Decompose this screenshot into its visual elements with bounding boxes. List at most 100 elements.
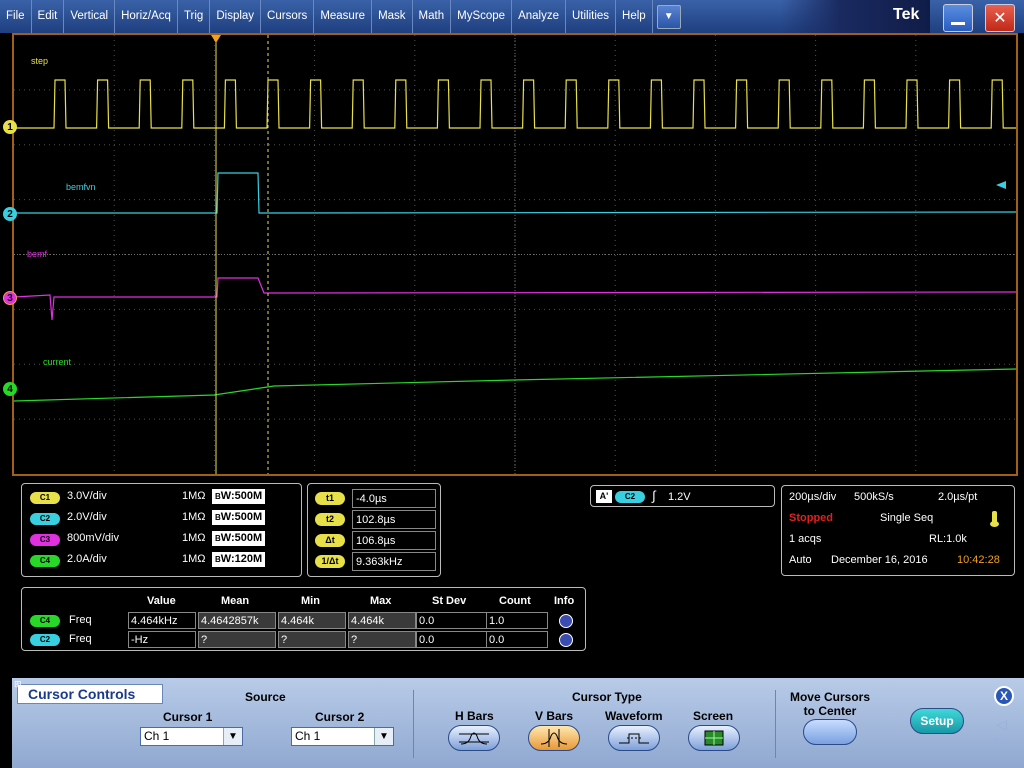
minimize-button[interactable] — [943, 4, 973, 32]
menu-vertical[interactable]: Vertical — [64, 0, 116, 33]
ch3-pill[interactable]: C3 — [30, 534, 60, 546]
ch3-marker[interactable]: 3 — [3, 291, 17, 305]
ch2-impedance: 1MΩ — [182, 511, 206, 523]
cursor1-label: Cursor 1 — [163, 710, 213, 724]
resolution: 2.0µs/pt — [938, 491, 978, 503]
menu-math[interactable]: Math — [413, 0, 452, 33]
sample-rate: 500kS/s — [854, 491, 894, 503]
type-waveform-label: Waveform — [605, 709, 663, 723]
menu-trig[interactable]: Trig — [178, 0, 211, 33]
ch1-marker[interactable]: 1 — [3, 120, 17, 134]
meas-name: Freq — [69, 614, 92, 626]
ch1-scale[interactable]: 3.0V/div — [67, 490, 107, 502]
trigger-source-pill: C2 — [615, 491, 645, 503]
menu-help[interactable]: Help — [616, 0, 653, 33]
ch3-scale[interactable]: 800mV/div — [67, 532, 119, 544]
ch2-bandwidth: BW:500M — [212, 510, 266, 525]
menu-measure[interactable]: Measure — [314, 0, 373, 33]
ch2-marker[interactable]: 2 — [3, 207, 17, 221]
cursor1-source-select[interactable]: Ch 1 ▼ — [140, 727, 243, 746]
v-bars-button[interactable] — [528, 725, 580, 751]
ch2-pill[interactable]: C2 — [30, 513, 60, 525]
ch3-label: bemf — [27, 249, 48, 259]
cursor-pill: t1 — [315, 492, 345, 505]
source-label: Source — [245, 690, 286, 704]
arrow-left-icon[interactable]: ◁ — [996, 716, 1007, 733]
meas-mean: ? — [198, 631, 276, 648]
acq-count: 1 acqs — [789, 533, 822, 545]
cursor2-source-select[interactable]: Ch 1 ▼ — [291, 727, 394, 746]
ch4-scale[interactable]: 2.0A/div — [67, 553, 107, 565]
menu-display[interactable]: Display — [210, 0, 262, 33]
chevron-down-icon[interactable]: ▼ — [374, 728, 393, 745]
ch4-impedance: 1MΩ — [182, 553, 206, 565]
meas-stdev: 0.0 — [416, 612, 494, 629]
minimize-icon — [951, 21, 965, 25]
menu-edit[interactable]: Edit — [32, 0, 65, 33]
move-cursors-label: Move Cursors to Center — [789, 690, 871, 718]
meas-max: 4.464k — [348, 612, 416, 629]
type-screen-label: Screen — [693, 709, 734, 723]
divider — [775, 690, 776, 758]
menu-myscope[interactable]: MyScope — [451, 0, 513, 33]
ch4-marker[interactable]: 4 — [3, 382, 17, 396]
panel-grip-icon: ⊞ — [14, 679, 22, 689]
cursor-value: -4.0µs — [352, 489, 436, 508]
graticule-grid — [14, 35, 1016, 474]
info-error-icon[interactable] — [559, 633, 573, 647]
setup-button-label: Setup — [920, 714, 954, 728]
meas-header: Value — [147, 595, 176, 607]
trigger-position-icon — [211, 35, 221, 43]
ch4-pill[interactable]: C4 — [30, 555, 60, 567]
menu-utilities[interactable]: Utilities — [566, 0, 617, 33]
menu-analyze[interactable]: Analyze — [512, 0, 566, 33]
trigger-level-icon — [996, 181, 1006, 189]
meas-value: -Hz — [128, 631, 196, 648]
menu-horiz-acq[interactable]: Horiz/Acq — [115, 0, 178, 33]
menu-mask[interactable]: Mask — [372, 0, 413, 33]
meas-name: Freq — [69, 633, 92, 645]
screen-button[interactable] — [688, 725, 740, 751]
waveform-display[interactable] — [12, 33, 1018, 476]
ch2-scale[interactable]: 2.0V/div — [67, 511, 107, 523]
menu-cursors[interactable]: Cursors — [261, 0, 315, 33]
h-bars-icon — [459, 732, 489, 745]
meas-ch-pill: C4 — [30, 615, 60, 627]
meas-max: ? — [348, 631, 416, 648]
menu-file[interactable]: File — [0, 0, 32, 33]
acq-mode: Single Seq — [880, 512, 934, 524]
acq-status: Stopped — [789, 512, 833, 524]
rising-edge-icon: ∫ — [652, 488, 656, 503]
cursor-pill: t2 — [315, 513, 345, 526]
cursor1-source-value: Ch 1 — [144, 729, 170, 743]
ch4-label: current — [43, 357, 72, 367]
cursor2-label: Cursor 2 — [315, 710, 365, 724]
acq-time: 10:42:28 — [957, 554, 1000, 566]
meas-header: Mean — [221, 595, 250, 607]
meas-stdev: 0.0 — [416, 631, 494, 648]
trigger-status-icon-base — [990, 521, 999, 527]
meas-mean: 4.4642857k — [198, 612, 276, 629]
setup-button[interactable]: Setup — [910, 708, 964, 734]
close-button[interactable]: ✕ — [985, 4, 1015, 32]
move-cursors-to-center-button[interactable] — [803, 719, 857, 745]
bw-value: W:500M — [220, 511, 263, 523]
meas-count: 0.0 — [486, 631, 548, 648]
ch1-label: step — [31, 56, 49, 66]
close-icon: ✕ — [993, 10, 1007, 27]
trigger-mode: Auto — [789, 554, 812, 566]
menu-dropdown-button[interactable]: ▼ — [656, 4, 681, 29]
meas-header: Min — [301, 595, 320, 607]
arrow-right-icon[interactable]: ▷ — [996, 734, 1007, 751]
h-bars-button[interactable] — [448, 725, 500, 751]
chevron-down-icon[interactable]: ▼ — [223, 728, 242, 745]
waveform-button[interactable] — [608, 725, 660, 751]
info-check-icon[interactable] — [559, 614, 573, 628]
meas-value: 4.464kHz — [128, 612, 196, 629]
meas-count: 1.0 — [486, 612, 548, 629]
meas-header: Max — [370, 595, 392, 607]
divider — [413, 690, 414, 758]
close-panel-button[interactable]: X — [994, 686, 1014, 706]
ch1-pill[interactable]: C1 — [30, 492, 60, 504]
brand-logo: Tek — [893, 6, 920, 23]
